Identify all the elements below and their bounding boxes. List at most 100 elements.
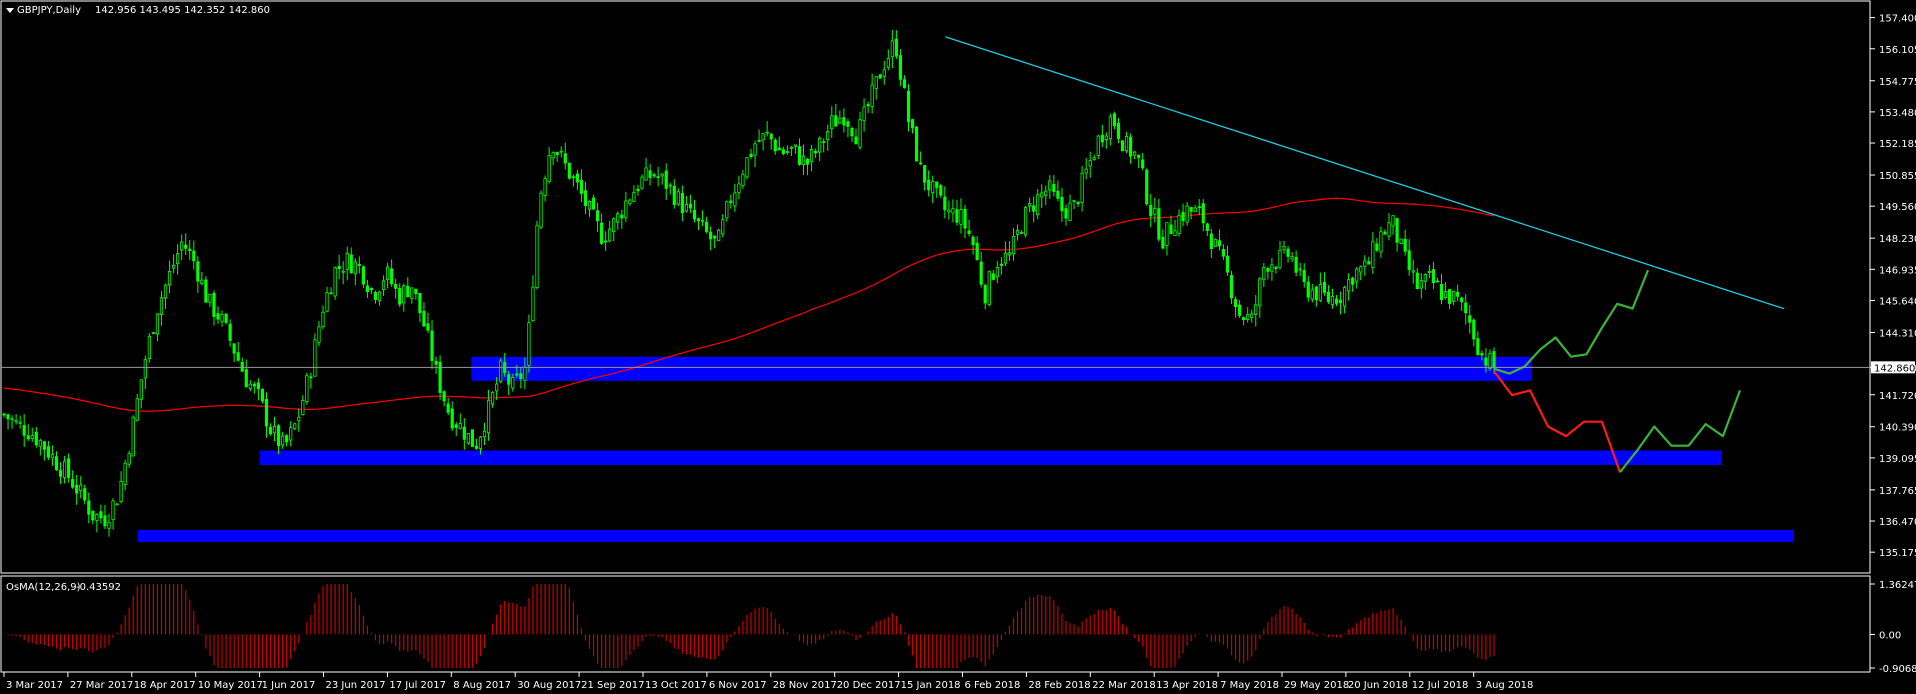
candle-body [297, 416, 301, 422]
candle-body [1342, 287, 1347, 307]
chart-menu-triangle-icon[interactable] [6, 8, 14, 13]
candle-body [1072, 199, 1076, 202]
osma-histogram [7, 584, 1495, 668]
candle-body [523, 366, 527, 381]
candle-body [1379, 231, 1383, 253]
candle-body [567, 162, 571, 179]
time-tick-label: 6 Feb 2018 [965, 680, 1021, 691]
candle-body [394, 283, 398, 289]
candle-body [519, 373, 523, 380]
candle-body [604, 240, 608, 243]
candle-body [725, 201, 729, 219]
candle-body [785, 151, 789, 153]
candle-body [1351, 277, 1355, 285]
candle-body [919, 162, 923, 165]
price-tick-label: 141.720 [1879, 391, 1916, 402]
candle-body [668, 184, 672, 187]
candle-body [705, 221, 709, 232]
candle-body [216, 313, 220, 320]
candle-body [14, 419, 18, 423]
candle-body [608, 228, 612, 242]
oscillator-value: -0.43592 [76, 582, 121, 593]
candle-body [1262, 266, 1266, 281]
candle-body [499, 360, 503, 382]
candle-body [276, 425, 281, 446]
candle-body [587, 201, 592, 210]
candle-body [527, 322, 531, 366]
candle-body [995, 266, 999, 278]
candle-body [1007, 252, 1012, 256]
candle-body [1266, 268, 1270, 272]
candle-body [753, 143, 757, 156]
candle-body [1298, 268, 1302, 271]
osc-tick-label: -0.90686 [1879, 664, 1916, 675]
candle-body [1225, 255, 1230, 273]
time-tick-label: 23 Jun 2017 [326, 680, 386, 691]
candle-body [1036, 194, 1040, 216]
candle-body [539, 192, 543, 228]
candle-body [818, 137, 822, 153]
candle-body [1423, 274, 1427, 282]
time-tick-label: 22 Mar 2018 [1092, 680, 1155, 691]
time-axis[interactable]: 3 Mar 2017 27 Mar 2017 18 Apr 2017 10 May 2… [3, 672, 1533, 691]
candle-body [1254, 304, 1258, 316]
candle-body [721, 219, 725, 235]
candle-body [1282, 246, 1286, 250]
candle-body [696, 218, 701, 221]
candle-body [458, 423, 462, 429]
time-tick-label: 30 Aug 2017 [517, 680, 581, 691]
candle-body [26, 435, 30, 440]
main-chart-frame [0, 0, 1871, 574]
candle-body [107, 521, 111, 529]
candle-body [289, 427, 293, 441]
candle-body [188, 248, 192, 252]
candle-body [450, 408, 454, 429]
candle-body [769, 133, 773, 140]
candle-body [507, 374, 511, 385]
candle-body [1492, 351, 1496, 368]
candle-body [22, 425, 26, 436]
candle-body [272, 425, 277, 434]
candle-body [1464, 302, 1468, 314]
candle-body [1326, 291, 1331, 303]
price-tick-label: 154.775 [1879, 77, 1916, 88]
candle-body [632, 192, 636, 203]
time-tick-label: 8 Aug 2017 [453, 680, 511, 691]
candle-body [963, 208, 967, 229]
price-tick-label: 146.935 [1879, 265, 1916, 276]
trading-chart[interactable]: 157.400 156.105 154.775 153.480 152.185 150.8… [0, 0, 1916, 694]
candle-body [244, 369, 248, 388]
price-axis[interactable]: 157.400 156.105 154.775 153.480 152.185 150.8… [1870, 14, 1916, 560]
candle-body [616, 213, 620, 223]
candle-body [2, 413, 6, 416]
oscillator-axis: 1.36247 0.00 -0.90686 [1870, 580, 1916, 675]
candle-body [329, 292, 333, 295]
osc-tick-label: 1.36247 [1879, 580, 1916, 591]
candle-body [1484, 357, 1488, 366]
candle-body [196, 261, 200, 282]
candle-body [224, 313, 228, 323]
candle-body [1419, 280, 1423, 289]
candle-body [406, 285, 410, 298]
candle-body [1387, 222, 1391, 237]
candle-body [462, 426, 466, 440]
candle-body [717, 229, 721, 241]
candle-body [155, 313, 160, 335]
candle-body [321, 311, 325, 328]
candle-body [600, 222, 604, 244]
price-tick-label: 152.185 [1879, 139, 1916, 150]
support-zones [137, 356, 1794, 542]
candle-body [1165, 222, 1169, 246]
candle-body [345, 253, 349, 270]
candle-body [640, 176, 644, 189]
candle-body [1270, 264, 1274, 272]
candle-body [430, 330, 434, 361]
candle-body [147, 335, 151, 360]
candle-body [975, 242, 979, 261]
candle-body [830, 115, 834, 130]
candle-body [1447, 289, 1452, 304]
candle-body [1411, 270, 1415, 273]
candle-body [398, 287, 402, 305]
candle-body [151, 332, 156, 335]
candle-body [474, 445, 479, 449]
